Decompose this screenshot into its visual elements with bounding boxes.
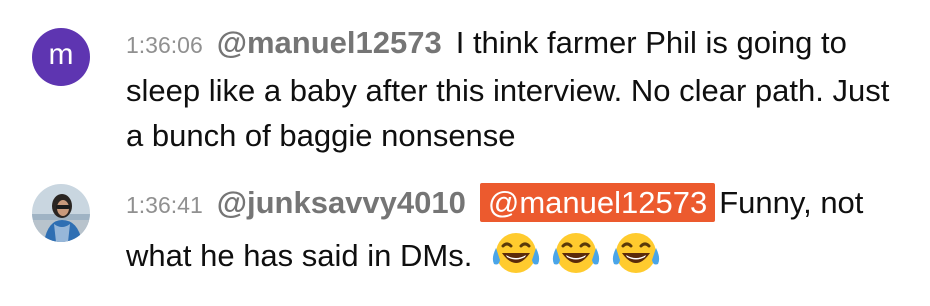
message-timestamp: 1:36:41 (126, 192, 203, 218)
message-content: 1:36:06 @manuel12573 I think farmer Phil i… (126, 20, 906, 158)
message-content: 1:36:41 @junksavvy4010 @manuel12573 Funny, … (126, 180, 906, 278)
avatar[interactable]: m (32, 28, 90, 86)
avatar-photo-icon (32, 184, 90, 242)
avatar[interactable] (32, 184, 90, 242)
face-with-tears-of-joy-icon (611, 228, 661, 278)
face-with-tears-of-joy-icon (551, 228, 601, 278)
avatar-letter: m (48, 38, 74, 71)
face-with-tears-of-joy-icon (491, 228, 541, 278)
author-name[interactable]: @manuel12573 (217, 25, 442, 60)
mention-badge[interactable]: @manuel12573 (479, 183, 716, 222)
author-name[interactable]: @junksavvy4010 (217, 185, 466, 220)
message-timestamp: 1:36:06 (126, 32, 203, 58)
